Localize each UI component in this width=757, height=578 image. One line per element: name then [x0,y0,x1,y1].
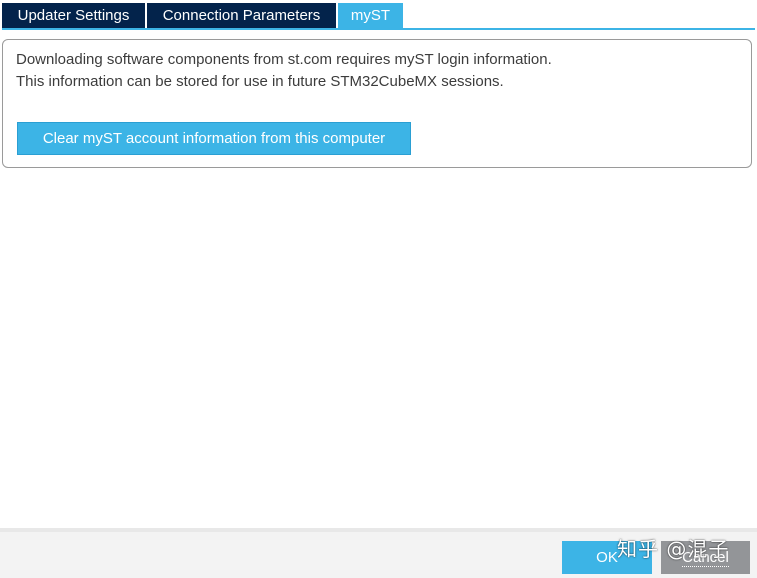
ok-button-label: OK [596,549,618,566]
clear-myst-account-button[interactable]: Clear myST account information from this… [17,122,411,155]
tab-updater-settings[interactable]: Updater Settings [2,3,145,28]
ok-button[interactable]: OK [562,541,652,574]
myst-info-panel: Downloading software components from st.… [2,39,752,168]
dialog-button-bar: OK Cancel [0,528,757,578]
tab-connection-parameters[interactable]: Connection Parameters [147,3,336,28]
cancel-button[interactable]: Cancel [661,541,750,574]
myst-info-text-line-2: This information can be stored for use i… [16,73,504,90]
tab-underline [2,28,755,30]
myst-info-text-line-1: Downloading software components from st.… [16,51,552,68]
cancel-button-label: Cancel [682,549,729,567]
tab-bar: Updater Settings Connection Parameters m… [0,0,757,32]
tab-myst[interactable]: myST [338,3,403,28]
